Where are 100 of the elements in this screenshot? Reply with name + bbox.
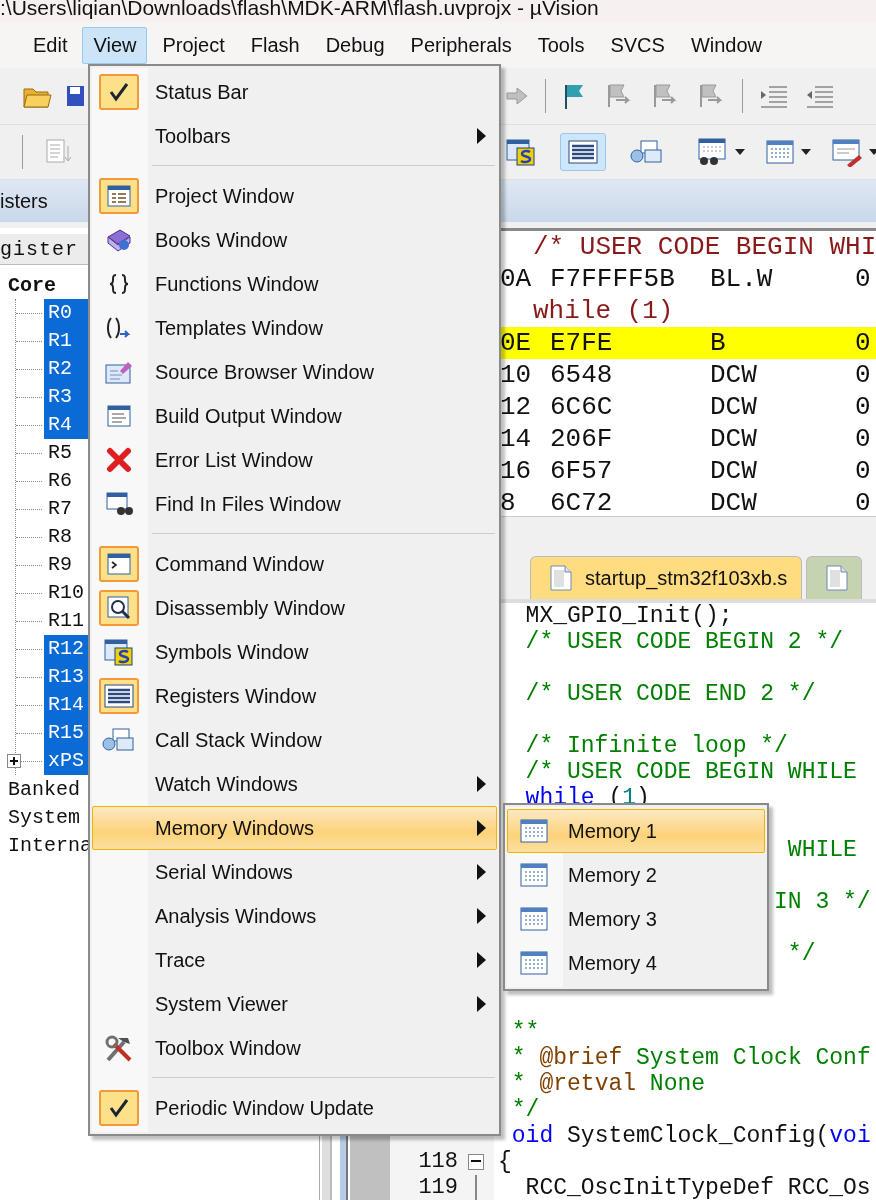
code-line: oid SystemClock_Config(voi xyxy=(511,1123,871,1149)
file-tab[interactable] xyxy=(806,556,863,599)
source-line: while (1) xyxy=(532,296,674,326)
opcode-text: 6F57 xyxy=(550,456,614,486)
menu-bar-item[interactable]: Tools xyxy=(526,26,596,64)
address-text: 0E xyxy=(500,328,533,358)
document-icon xyxy=(44,138,74,166)
menu-bar-item[interactable]: Peripherals xyxy=(399,26,523,64)
command-window-icon xyxy=(106,552,132,576)
menu-item[interactable]: Disassembly Window xyxy=(92,586,497,630)
tree-item[interactable]: Banked xyxy=(0,777,80,801)
code-line: { xyxy=(498,1149,512,1175)
symbols-window-icon xyxy=(103,637,135,667)
source-browser-icon xyxy=(104,359,134,385)
call-stack-icon xyxy=(101,726,137,754)
operand-text: 0 xyxy=(855,264,871,294)
menu-bar-item[interactable]: Debug xyxy=(314,26,396,64)
caret-icon[interactable] xyxy=(801,149,811,155)
submenu-arrow-icon xyxy=(477,908,486,924)
address-text: 8 xyxy=(500,488,517,516)
menu-item[interactable]: Project Window xyxy=(92,174,497,218)
operand-text: 0 xyxy=(855,424,871,454)
submenu-arrow-icon xyxy=(477,996,486,1012)
operand-text: 0 xyxy=(855,488,871,516)
source-line: /* USER CODE BEGIN WHI xyxy=(532,232,876,262)
file-icon xyxy=(825,564,850,592)
menu-bar-item[interactable]: Flash xyxy=(239,26,311,64)
cross-icon xyxy=(106,447,132,473)
mnemonic-text: DCW xyxy=(710,392,758,422)
parentheses-arrow-icon xyxy=(105,316,133,340)
menu-item[interactable]: Analysis Windows xyxy=(92,894,497,938)
submenu-arrow-icon xyxy=(477,128,486,144)
panel-tab[interactable]: isters xyxy=(0,189,48,213)
mnemonic-text: BL.W xyxy=(710,264,774,294)
output-window-icon xyxy=(106,404,132,428)
book-icon xyxy=(105,227,133,253)
file-tab[interactable]: startup_stm32f103xb.s xyxy=(530,556,803,599)
memory-window-icon xyxy=(519,905,549,933)
code-line: MX_GPIO_Init(); xyxy=(525,603,733,629)
code-line: * @retval None xyxy=(511,1071,706,1097)
menu-item[interactable]: System Viewer xyxy=(92,982,497,1026)
opcode-text: 6C6C xyxy=(550,392,614,422)
menu-item[interactable]: Memory 4 xyxy=(507,941,765,985)
project-window-icon xyxy=(106,184,132,208)
hammer-wrench-icon xyxy=(104,1034,134,1062)
toolbar-button[interactable] xyxy=(560,133,606,171)
opcode-text: 6C72 xyxy=(550,488,614,516)
menu-bar-item[interactable]: Project xyxy=(151,26,236,64)
menu-item[interactable]: Toolbox Window xyxy=(92,1026,497,1070)
memory-window-icon xyxy=(519,861,549,889)
fold-line xyxy=(475,1175,477,1200)
operand-text: 0 xyxy=(855,360,871,390)
mnemonic-text: DCW xyxy=(710,360,758,390)
caret-icon[interactable] xyxy=(869,149,876,155)
operand-text: 0 xyxy=(855,328,871,358)
magnifier-window-icon xyxy=(106,595,132,621)
watch-window-icon xyxy=(695,137,729,167)
code-line: ** xyxy=(511,1019,540,1045)
code-line: * @brief System Clock Conf xyxy=(511,1045,871,1071)
code-line: /* Infinite loop */ xyxy=(525,733,788,759)
expand-icon[interactable] xyxy=(7,754,21,768)
registers-window-icon xyxy=(567,138,599,166)
opcode-text: E7FE xyxy=(550,328,614,358)
registers-window-icon xyxy=(103,682,135,710)
code-line: WHILE xyxy=(787,837,857,863)
menu-bar-item[interactable]: SVCS xyxy=(599,26,676,64)
menu-item[interactable]: Command Window xyxy=(92,542,497,586)
mnemonic-text: DCW xyxy=(710,488,758,516)
code-line: IN 3 */ xyxy=(774,889,871,915)
submenu-arrow-icon xyxy=(477,820,486,836)
checkmark-icon xyxy=(108,81,130,103)
menu-item[interactable]: Find In Files Window xyxy=(92,482,497,526)
mnemonic-text: DCW xyxy=(710,456,758,486)
braces-icon xyxy=(107,272,131,296)
menu-bar-item[interactable]: View xyxy=(82,26,148,64)
outdent-icon xyxy=(805,84,835,108)
menu-item[interactable]: Serial Windows xyxy=(92,850,497,894)
code-line: */ xyxy=(787,941,816,967)
toolbar-button[interactable] xyxy=(66,83,84,109)
menu-item[interactable]: Memory 1 xyxy=(507,809,765,853)
menu-item[interactable]: Memory Windows xyxy=(92,806,497,850)
tree-item[interactable]: Core xyxy=(0,273,56,297)
call-stack-icon xyxy=(629,138,665,166)
menu-item[interactable]: Memory 3 xyxy=(507,897,765,941)
submenu-arrow-icon xyxy=(477,776,486,792)
menu-bar-item[interactable]: Window xyxy=(679,26,774,64)
menu-item[interactable]: Periodic Window Update xyxy=(92,1086,497,1130)
code-line: /* USER CODE BEGIN WHILE xyxy=(525,759,857,785)
caret-icon[interactable] xyxy=(735,149,745,155)
submenu-arrow-icon xyxy=(477,952,486,968)
menu-bar-item[interactable]: Edit xyxy=(22,26,79,64)
menu-item[interactable]: Trace xyxy=(92,938,497,982)
collapse-icon[interactable] xyxy=(468,1154,484,1170)
memory-window-icon xyxy=(765,138,795,166)
menu-item[interactable]: Memory 2 xyxy=(507,853,765,897)
menu-item[interactable]: Toolbars xyxy=(92,114,497,158)
tree-item[interactable]: System xyxy=(0,805,80,829)
menu-item[interactable]: Error List Window xyxy=(92,438,497,482)
serial-window-icon xyxy=(831,137,863,167)
menu-item[interactable]: Status Bar xyxy=(92,70,497,114)
